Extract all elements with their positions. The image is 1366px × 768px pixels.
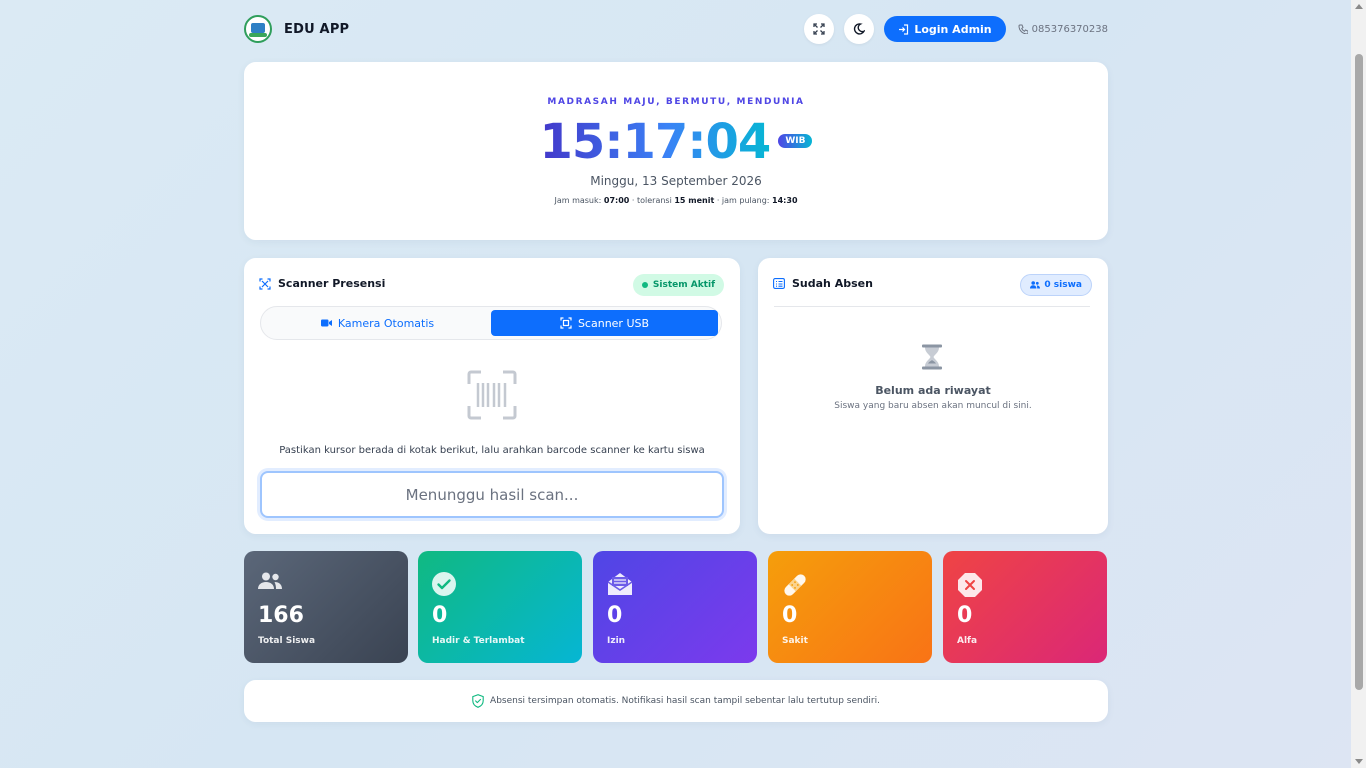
tab-kamera-otomatis[interactable]: Kamera Otomatis (264, 310, 491, 336)
page-scrollbar[interactable] (1351, 0, 1366, 768)
jam-pulang-value: 14:30 (772, 196, 798, 205)
history-card-title: Sudah Absen (773, 277, 873, 290)
bandage-icon (784, 574, 806, 596)
current-date: Minggu, 13 September 2026 (590, 174, 762, 188)
contact-phone[interactable]: 085376370238 (1018, 24, 1108, 35)
usb-scanner-icon (560, 317, 572, 329)
history-title-text: Sudah Absen (792, 277, 873, 290)
login-admin-label: Login Admin (914, 22, 992, 36)
clock-row: 15:17:04 WIB (244, 114, 1108, 170)
stat-sakit: 0 Sakit (768, 551, 932, 663)
brand-name: EDU APP (284, 21, 350, 37)
video-camera-icon (320, 319, 332, 327)
stat-alfa: 0 Alfa (943, 551, 1107, 663)
tab-scanner-usb[interactable]: Scanner USB (491, 310, 718, 336)
envelope-open-icon (607, 573, 633, 595)
page-container: EDU APP Login Admin 085376370238 MADRASA… (244, 0, 1108, 722)
moon-icon (854, 23, 866, 35)
scroll-down-arrow[interactable] (1355, 759, 1363, 764)
jam-masuk-label: Jam masuk: (554, 196, 602, 205)
scan-icon (259, 277, 271, 290)
users-icon (258, 572, 282, 589)
stat-sakit-value: 0 (782, 603, 798, 628)
footer-notice: Absensi tersimpan otomatis. Notifikasi h… (244, 680, 1108, 722)
stat-alfa-label: Alfa (957, 636, 978, 646)
scroll-thumb[interactable] (1355, 54, 1363, 690)
toleransi-value: 15 menit (674, 196, 715, 205)
current-time: 15:17:04 (539, 114, 772, 170)
tab-usb-label: Scanner USB (577, 316, 650, 330)
scan-result-input[interactable] (260, 471, 724, 518)
shield-check-icon (472, 694, 484, 708)
clock-card: MADRASAH MAJU, BERMUTU, MENDUNIA 15:17:0… (244, 62, 1108, 240)
stat-sakit-label: Sakit (782, 636, 808, 646)
phone-icon (1018, 24, 1028, 34)
stat-izin: 0 Izin (593, 551, 757, 663)
check-circle-icon (432, 572, 456, 596)
timezone-badge: WIB (778, 134, 813, 148)
stat-hadir-label: Hadir & Terlambat (432, 636, 525, 646)
x-octagon-icon (958, 573, 982, 597)
scan-instruction: Pastikan kursor berada di kotak berikut,… (279, 445, 705, 456)
stat-total-label: Total Siswa (258, 636, 316, 646)
stat-hadir: 0 Hadir & Terlambat (418, 551, 582, 663)
attendance-history-card: Sudah Absen 0 siswa Belum ada riwayat Si… (758, 258, 1108, 534)
login-admin-button[interactable]: Login Admin (884, 16, 1006, 42)
fullscreen-button[interactable] (804, 14, 835, 44)
scanner-mode-tabs: Kamera Otomatis Scanner USB (260, 306, 722, 340)
header-actions: Login Admin 085376370238 (804, 14, 1108, 44)
scanner-card-title: Scanner Presensi (259, 277, 385, 290)
top-header: EDU APP Login Admin 085376370238 (244, 0, 1108, 58)
jam-pulang-label: · jam pulang: (714, 196, 773, 205)
empty-history-title: Belum ada riwayat (875, 384, 991, 397)
attendance-count-text: 0 siswa (1044, 280, 1082, 290)
school-motto: MADRASAH MAJU, BERMUTU, MENDUNIA (547, 97, 805, 107)
scanner-title-text: Scanner Presensi (278, 277, 386, 290)
empty-history-subtitle: Siswa yang baru absen akan muncul di sin… (834, 401, 1032, 411)
schedule-info: Jam masuk: 07:00 · toleransi 15 menit · … (244, 196, 1108, 205)
login-icon (899, 23, 909, 35)
barcode-scan-icon (467, 370, 517, 424)
app-logo (244, 15, 272, 43)
jam-masuk-value: 07:00 (603, 196, 630, 205)
stat-izin-value: 0 (607, 603, 623, 628)
scroll-up-arrow[interactable] (1355, 4, 1363, 9)
stat-hadir-value: 0 (432, 603, 448, 628)
status-dot (641, 282, 648, 288)
stat-total-siswa: 166 Total Siswa (244, 551, 408, 663)
stat-alfa-value: 0 (957, 603, 973, 628)
hourglass-icon (921, 344, 943, 374)
toleransi-label: · toleransi (629, 196, 675, 205)
expand-icon (813, 23, 825, 35)
tab-kamera-label: Kamera Otomatis (337, 316, 435, 330)
stat-izin-label: Izin (607, 636, 626, 646)
brand[interactable]: EDU APP (244, 15, 349, 43)
scanner-card: Scanner Presensi Sistem Aktif Kamera Oto… (244, 258, 740, 534)
system-status-text: Sistem Aktif (652, 280, 715, 290)
attendance-count-badge: 0 siswa (1020, 274, 1092, 296)
people-icon (1030, 281, 1041, 289)
footer-text: Absensi tersimpan otomatis. Notifikasi h… (490, 696, 880, 706)
history-divider (774, 306, 1090, 307)
phone-number: 085376370238 (1031, 23, 1108, 35)
list-icon (773, 278, 785, 289)
stat-total-value: 166 (258, 603, 304, 628)
dark-mode-toggle[interactable] (844, 14, 875, 44)
system-status-badge: Sistem Aktif (632, 274, 724, 296)
